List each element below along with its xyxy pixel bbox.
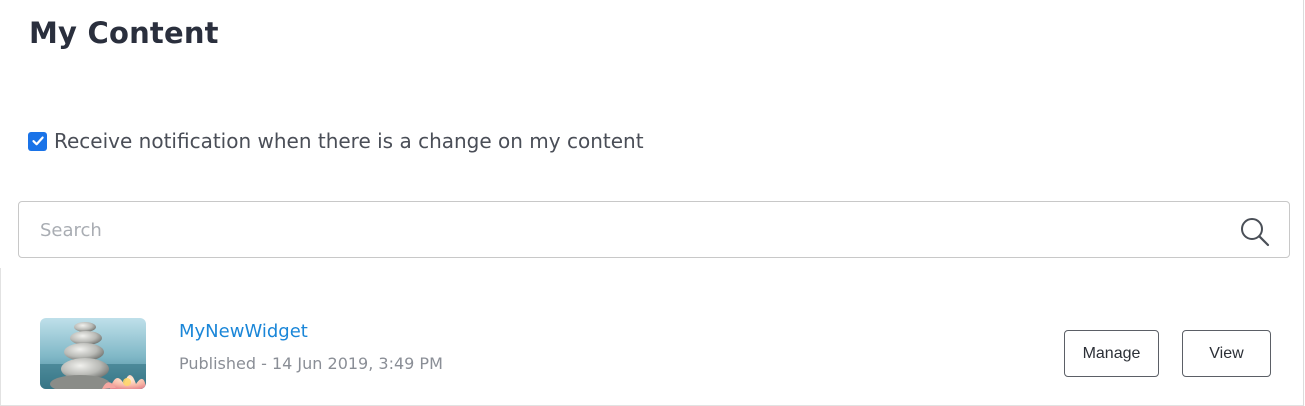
manage-button[interactable]: Manage bbox=[1064, 330, 1159, 377]
content-title-link[interactable]: MyNewWidget bbox=[179, 320, 308, 344]
my-content-page: My Content Receive notification when the… bbox=[0, 0, 1305, 406]
publish-status: Published - 14 Jun 2019, 3:49 PM bbox=[179, 354, 443, 373]
stacked-stones-lotus-image bbox=[40, 318, 146, 389]
search-input[interactable] bbox=[40, 216, 1220, 244]
page-edge-divider bbox=[1303, 0, 1304, 406]
notification-checkbox[interactable] bbox=[28, 131, 47, 151]
list-item: MyNewWidget Published - 14 Jun 2019, 3:4… bbox=[1, 268, 1303, 405]
content-thumbnail[interactable] bbox=[40, 318, 146, 389]
content-list: MyNewWidget Published - 14 Jun 2019, 3:4… bbox=[0, 268, 1303, 406]
page-title: My Content bbox=[29, 16, 219, 50]
notification-label: Receive notification when there is a cha… bbox=[54, 129, 644, 153]
search-icon[interactable] bbox=[1239, 216, 1271, 248]
view-button[interactable]: View bbox=[1182, 330, 1271, 377]
checkmark-icon bbox=[31, 136, 44, 146]
search-bar bbox=[18, 201, 1290, 258]
notification-setting[interactable]: Receive notification when there is a cha… bbox=[28, 128, 644, 154]
